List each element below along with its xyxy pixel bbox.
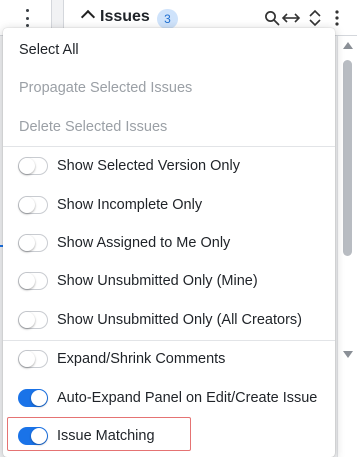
- toggle-switch[interactable]: [18, 272, 48, 290]
- menu-item-show-incomplete[interactable]: Show Incomplete Only: [3, 186, 335, 224]
- issues-options-menu: Select All Propagate Selected Issues Del…: [3, 28, 335, 457]
- sort-icon[interactable]: [308, 9, 322, 27]
- menu-item-label: Show Unsubmitted Only (All Creators): [57, 312, 302, 328]
- menu-item-delete-selected: Delete Selected Issues: [3, 108, 335, 146]
- toggle-switch[interactable]: [18, 234, 48, 252]
- menu-item-show-unsubmitted-mine[interactable]: Show Unsubmitted Only (Mine): [3, 262, 335, 300]
- toggle-switch[interactable]: [18, 350, 48, 368]
- menu-item-label: Propagate Selected Issues: [19, 80, 193, 96]
- toggle-switch[interactable]: [18, 157, 48, 175]
- menu-item-show-unsubmitted-all[interactable]: Show Unsubmitted Only (All Creators): [3, 301, 335, 339]
- menu-item-label: Select All: [19, 42, 79, 58]
- menu-item-label: Auto-Expand Panel on Edit/Create Issue: [57, 390, 318, 406]
- menu-item-show-selected-version[interactable]: Show Selected Version Only: [3, 147, 335, 185]
- menu-item-label: Show Assigned to Me Only: [57, 235, 231, 251]
- more-icon[interactable]: [334, 9, 340, 27]
- collapse-chevron-icon[interactable]: [80, 9, 96, 25]
- more-vertical-icon[interactable]: [24, 9, 30, 27]
- menu-item-label: Show Selected Version Only: [57, 158, 240, 174]
- menu-item-auto-expand-panel[interactable]: Auto-Expand Panel on Edit/Create Issue: [3, 379, 335, 417]
- toggle-switch[interactable]: [18, 389, 48, 407]
- scroll-up-arrow-icon[interactable]: [343, 42, 353, 49]
- menu-item-label: Show Incomplete Only: [57, 197, 203, 213]
- expand-horizontal-icon[interactable]: [281, 11, 301, 25]
- menu-item-expand-shrink-comments[interactable]: Expand/Shrink Comments: [3, 340, 335, 378]
- issue-matching-highlight: [7, 417, 191, 451]
- panel-scrollbar[interactable]: [337, 36, 357, 457]
- toggle-switch[interactable]: [18, 196, 48, 214]
- menu-item-label: Show Unsubmitted Only (Mine): [57, 273, 258, 289]
- scroll-down-arrow-icon[interactable]: [343, 351, 353, 358]
- toggle-switch[interactable]: [18, 311, 48, 329]
- menu-item-propagate-selected: Propagate Selected Issues: [3, 69, 335, 107]
- panel-title: Issues: [100, 8, 150, 25]
- menu-item-label: Expand/Shrink Comments: [57, 351, 226, 367]
- search-icon[interactable]: [264, 10, 280, 26]
- menu-item-select-all[interactable]: Select All: [3, 31, 335, 69]
- issue-count-badge: 3: [157, 9, 178, 29]
- scrollbar-thumb[interactable]: [343, 60, 352, 256]
- menu-item-label: Delete Selected Issues: [19, 119, 168, 135]
- menu-item-show-assigned-to-me[interactable]: Show Assigned to Me Only: [3, 224, 335, 262]
